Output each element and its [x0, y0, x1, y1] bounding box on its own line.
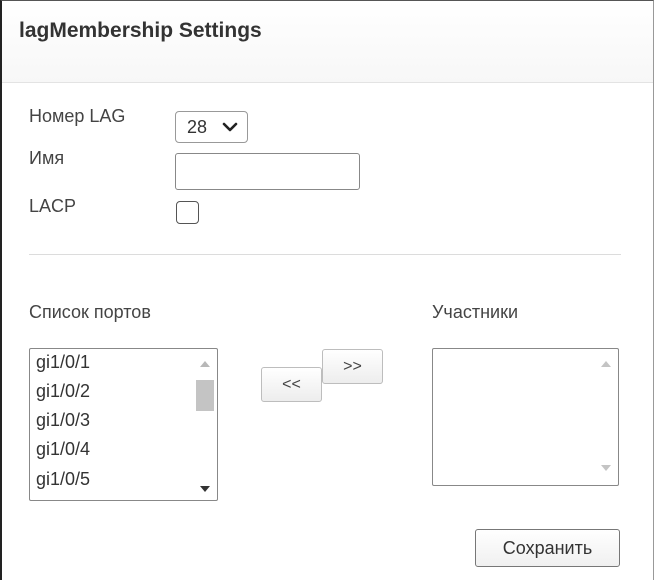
- scroll-down-icon[interactable]: [601, 465, 611, 471]
- list-item[interactable]: gi1/0/4: [36, 437, 90, 461]
- scroll-thumb[interactable]: [196, 380, 214, 411]
- save-button[interactable]: Сохранить: [475, 529, 620, 567]
- members-list-label: Участники: [432, 302, 518, 322]
- lag-number-select[interactable]: 28: [175, 111, 248, 143]
- section-divider: [29, 254, 621, 255]
- move-right-button[interactable]: >>: [322, 349, 383, 384]
- chevron-down-icon: [222, 122, 238, 132]
- list-item[interactable]: gi1/0/1: [36, 350, 90, 374]
- scroll-down-icon[interactable]: [200, 486, 210, 492]
- name-input[interactable]: [175, 153, 360, 190]
- ports-listbox[interactable]: gi1/0/1 gi1/0/2 gi1/0/3 gi1/0/4 gi1/0/5: [29, 348, 218, 501]
- lacp-checkbox[interactable]: [176, 201, 199, 224]
- list-item[interactable]: gi1/0/3: [36, 408, 90, 432]
- panel-header: lagMembership Settings: [2, 1, 653, 83]
- page-title: lagMembership Settings: [19, 19, 262, 42]
- settings-panel: lagMembership Settings Номер LAG 28 Имя …: [0, 0, 654, 580]
- ports-scrollbar[interactable]: [196, 353, 214, 496]
- lacp-label: LACP: [29, 196, 77, 216]
- move-left-button[interactable]: <<: [261, 367, 322, 402]
- scroll-up-icon[interactable]: [601, 361, 611, 367]
- members-scrollbar[interactable]: [597, 353, 615, 481]
- list-item[interactable]: gi1/0/2: [36, 379, 90, 403]
- lag-number-value: 28: [187, 117, 208, 137]
- ports-list-label: Список портов: [29, 302, 151, 322]
- name-label: Имя: [29, 148, 65, 168]
- members-listbox[interactable]: [432, 348, 619, 486]
- list-item[interactable]: gi1/0/5: [36, 467, 90, 491]
- lag-number-label: Номер LAG: [29, 106, 126, 126]
- scroll-up-icon[interactable]: [200, 361, 210, 367]
